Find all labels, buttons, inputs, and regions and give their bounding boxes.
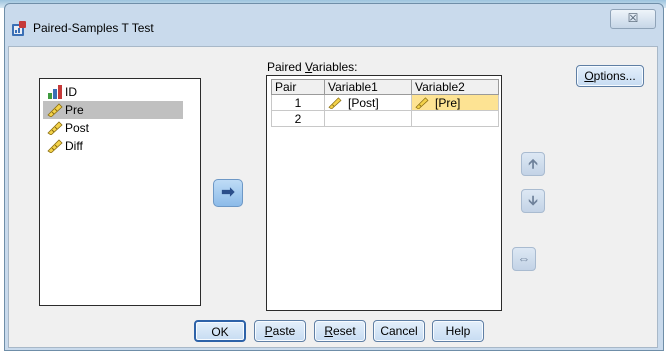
paste-rest: aste [272, 324, 296, 338]
move-down-button[interactable]: 🡫 [521, 189, 545, 213]
help-button[interactable]: Help [432, 320, 484, 342]
spss-app-icon [12, 21, 26, 36]
paired-label-rest: ariables: [312, 60, 358, 74]
scale-ruler-icon [47, 139, 63, 153]
table-row[interactable]: 2 [271, 110, 499, 127]
reset-rest: eset [332, 324, 356, 338]
paste-button[interactable]: Paste [254, 320, 306, 342]
variable-label: Pre [65, 103, 84, 117]
nominal-bar-icon [48, 85, 62, 99]
list-item-post[interactable]: Post [43, 119, 183, 137]
list-item-pre[interactable]: Pre [43, 101, 183, 119]
options-accel: O [584, 69, 594, 83]
variable1-cell[interactable] [324, 110, 412, 127]
pair-number-cell: 2 [271, 110, 325, 127]
title-bar[interactable]: Paired-Samples T Test ☒ [5, 4, 663, 46]
variable1-cell[interactable]: [Post] [324, 94, 412, 111]
paste-accel: P [264, 324, 273, 338]
scale-ruler-icon [328, 96, 342, 109]
ok-button[interactable]: OK [194, 320, 246, 342]
paired-variables-grid[interactable]: Pair Variable1 Variable2 1 [Post] [Pre] … [266, 75, 502, 311]
scale-ruler-icon [415, 96, 429, 109]
dialog-window: Paired-Samples T Test ☒ ID Pre Post Diff… [4, 3, 664, 351]
close-button[interactable]: ☒ [610, 9, 656, 29]
column-header-variable1: Variable1 [324, 79, 412, 95]
variable-label: Post [65, 121, 90, 135]
close-icon: ☒ [627, 11, 639, 25]
source-variable-list[interactable]: ID Pre Post Diff [39, 78, 201, 306]
swap-arrows-icon: ⇔ [517, 251, 531, 266]
variable2-value: [Pre] [435, 95, 461, 110]
pairs-table: Pair Variable1 Variable2 1 [Post] [Pre] … [271, 79, 499, 127]
dialog-title: Paired-Samples T Test [33, 21, 154, 35]
move-up-button[interactable]: 🡩 [521, 152, 545, 176]
variable1-value: [Post] [348, 95, 379, 110]
dialog-content: ID Pre Post Diff ➡ Paired Variables: Pai… [8, 46, 658, 348]
options-button[interactable]: Options... [576, 65, 644, 87]
arrow-right-icon: ➡ [221, 184, 235, 201]
variable2-cell[interactable] [411, 110, 499, 127]
variable-label: Diff [65, 139, 83, 153]
table-row[interactable]: 1 [Post] [Pre] [271, 94, 499, 111]
scale-ruler-icon [47, 103, 63, 117]
variable-label: ID [65, 85, 77, 99]
variable2-cell[interactable]: [Pre] [411, 94, 499, 111]
reset-button[interactable]: Reset [314, 320, 366, 342]
swap-variables-button[interactable]: ⇔ [512, 247, 536, 271]
options-rest: ptions... [593, 69, 636, 83]
list-item-id[interactable]: ID [43, 83, 183, 101]
table-header-row: Pair Variable1 Variable2 [271, 79, 499, 95]
cancel-button[interactable]: Cancel [373, 320, 425, 342]
reset-accel: R [324, 324, 333, 338]
scale-ruler-icon [47, 121, 63, 135]
column-header-variable2: Variable2 [411, 79, 499, 95]
paired-label-prefix: Paired [267, 60, 306, 74]
arrow-up-icon: 🡩 [528, 156, 538, 171]
paired-variables-label: Paired Variables: [267, 60, 358, 74]
move-to-paired-button[interactable]: ➡ [213, 179, 243, 207]
pair-number-cell: 1 [271, 94, 325, 111]
arrow-down-icon: 🡫 [528, 193, 538, 208]
column-header-pair: Pair [271, 79, 325, 95]
list-item-diff[interactable]: Diff [43, 137, 183, 155]
